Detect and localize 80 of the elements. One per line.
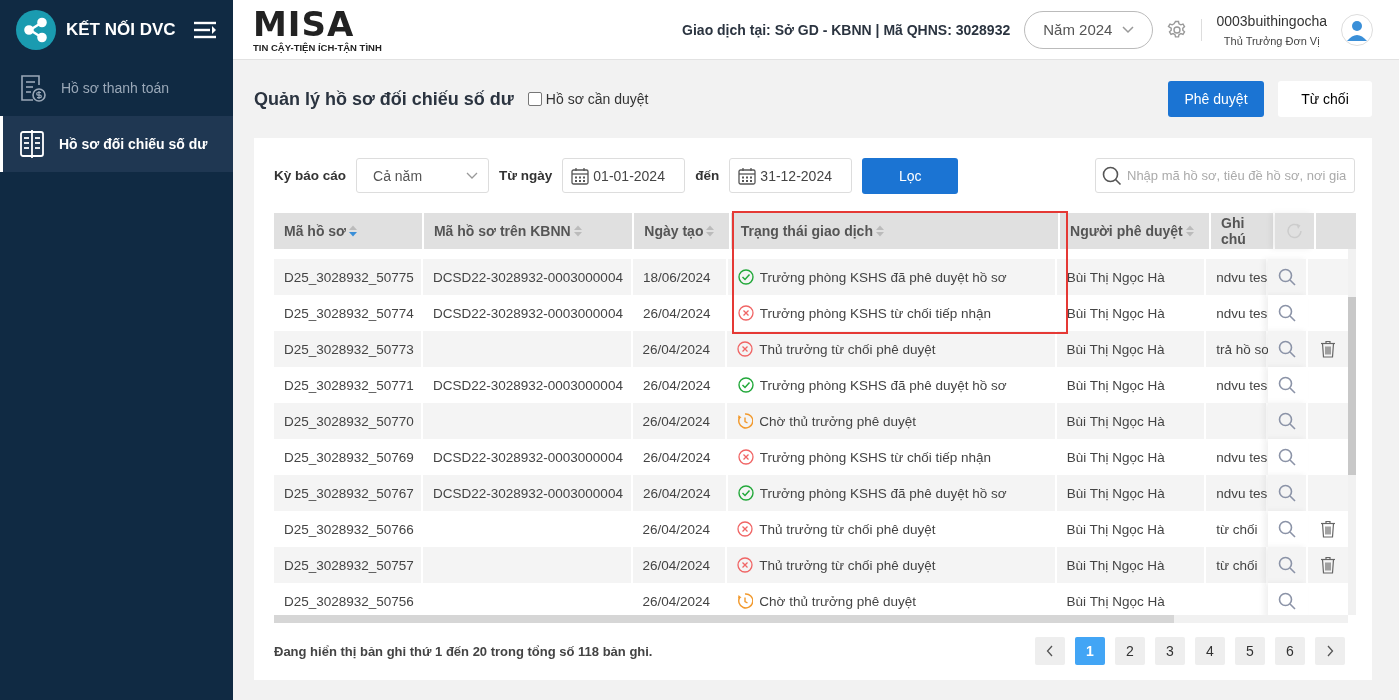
filter-button[interactable]: Lọc (862, 157, 959, 194)
chevron-down-icon (466, 171, 479, 180)
status-text: Trưởng phòng KSHS từ chối tiếp nhận (759, 305, 992, 321)
trash-icon[interactable] (1320, 556, 1337, 574)
column-title: Trạng thái giao dịch (740, 223, 873, 239)
pending-checkbox[interactable]: Hồ sơ cần duyệt (527, 91, 649, 107)
column-header[interactable]: Trạng thái giao dịch (730, 213, 1059, 249)
settings-icon[interactable] (1167, 19, 1188, 40)
status-text: Chờ thủ trưởng phê duyệt (759, 593, 916, 609)
column-title: Mã hồ sơ trên KBNN (433, 223, 571, 239)
column-header[interactable]: Người phê duyệt (1060, 213, 1209, 249)
approve-button[interactable]: Phê duyệt (1168, 81, 1264, 117)
status-text: Chờ thủ trưởng phê duyệt (759, 413, 916, 429)
from-label: Từ ngày (499, 168, 553, 183)
share-icon (16, 10, 56, 50)
column-header[interactable]: Ngày tạo (634, 213, 729, 249)
column-title: Ngày tạo (644, 223, 704, 239)
status-text: Thủ trưởng từ chối phê duyệt (759, 341, 936, 357)
scrollbar-thumb[interactable] (274, 615, 1174, 623)
column-header[interactable]: Mã hồ sơ trên KBNN (423, 213, 633, 249)
reject-button[interactable]: Từ chối (1278, 81, 1372, 117)
page-button[interactable]: 3 (1155, 637, 1185, 665)
page-button[interactable]: 5 (1235, 637, 1265, 665)
logo-wordmark: MISA (253, 6, 355, 41)
next-page-button[interactable] (1315, 637, 1345, 665)
from-date-field[interactable]: 01-01-2024 (562, 158, 686, 193)
logo-tagline: TIN CẬY-TIỆN ÍCH-TẬN TÌNH (253, 42, 382, 53)
sidebar-item[interactable]: Hồ sơ đối chiếu số dư (0, 116, 233, 172)
column-header[interactable]: Mã hồ sơ (274, 213, 422, 249)
calendar-icon (571, 166, 590, 185)
search-icon[interactable] (1278, 520, 1297, 538)
record-summary: Đang hiển thị bản ghi thứ 1 đến 20 trong tổng số 118 bản ghi. (274, 643, 653, 659)
page-button[interactable]: 6 (1275, 637, 1305, 665)
status-text: Thủ trưởng từ chối phê duyệt (759, 521, 936, 537)
search-icon[interactable] (1278, 484, 1297, 502)
page-title: Quản lý hồ sơ đối chiếu số dư (254, 88, 514, 110)
column-header (1316, 213, 1356, 249)
page-button[interactable]: 4 (1195, 637, 1225, 665)
search-field[interactable]: Nhập mã hồ sơ, tiêu đề hồ sơ, nơi gia (1095, 158, 1355, 193)
search-icon[interactable] (1278, 304, 1297, 322)
chevron-right-icon (1326, 645, 1334, 657)
chevron-down-icon (1122, 25, 1135, 34)
menu-icon[interactable] (193, 20, 217, 40)
document-dollar-icon (19, 73, 47, 103)
column-title: Người phê duyệt (1070, 223, 1183, 239)
user-name: 0003buithingocha (1216, 12, 1327, 29)
search-icon (1102, 166, 1122, 186)
search-icon[interactable] (1278, 556, 1297, 574)
transaction-info: Giao dịch tại: Sở GD - KBNN | Mã QHNS: 3028932 (682, 21, 1011, 38)
search-icon[interactable] (1278, 376, 1297, 394)
column-title: Ghi chú (1221, 215, 1247, 247)
status-text: Trưởng phòng KSHS đã phê duyệt hồ sơ (759, 485, 1007, 501)
book-icon (19, 129, 45, 159)
status-text: Thủ trưởng từ chối phê duyệt (759, 557, 936, 573)
search-icon[interactable] (1278, 412, 1297, 430)
calendar-icon (738, 166, 757, 185)
sidebar-item[interactable]: Hồ sơ thanh toán (0, 60, 233, 116)
to-date-field[interactable]: 31-12-2024 (729, 158, 853, 193)
trash-icon[interactable] (1320, 520, 1337, 538)
chevron-left-icon (1046, 645, 1054, 657)
period-dropdown[interactable]: Cả năm (356, 158, 490, 193)
page-button[interactable]: 2 (1115, 637, 1145, 665)
avatar-icon[interactable] (1341, 13, 1373, 46)
search-icon[interactable] (1278, 340, 1297, 358)
to-label: đến (695, 168, 720, 183)
year-dropdown[interactable]: Năm 2024 (1024, 10, 1154, 49)
column-title: Mã hồ sơ (284, 223, 347, 239)
previous-page-button[interactable] (1035, 637, 1065, 665)
search-icon[interactable] (1278, 592, 1297, 610)
user-role: Thủ Trưởng Đơn Vị (1223, 34, 1320, 47)
app-title: KẾT NỐI DVC (66, 20, 177, 40)
trash-icon[interactable] (1320, 340, 1337, 358)
scrollbar-thumb[interactable] (1348, 297, 1356, 475)
search-icon[interactable] (1278, 268, 1297, 286)
search-icon[interactable] (1278, 448, 1297, 466)
column-header[interactable]: Ghi chú (1211, 213, 1273, 249)
status-text: Trưởng phòng KSHS đã phê duyệt hồ sơ (759, 269, 1007, 285)
status-text: Trưởng phòng KSHS từ chối tiếp nhận (759, 449, 992, 465)
period-label: Kỳ báo cáo (274, 168, 347, 183)
status-text: Trưởng phòng KSHS đã phê duyệt hồ sơ (759, 377, 1007, 393)
